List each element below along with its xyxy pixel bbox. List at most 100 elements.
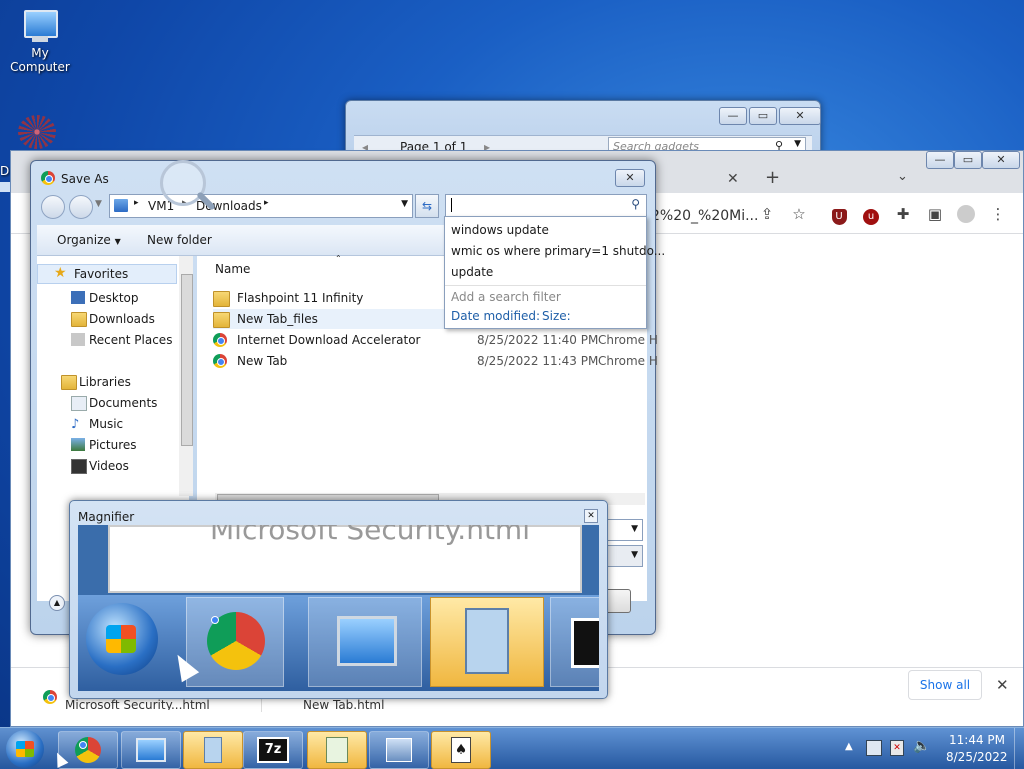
recent-chevron-icon[interactable]: ▼ <box>95 199 102 209</box>
search-icon[interactable]: ⚲ <box>631 197 640 211</box>
tab-close-icon[interactable]: ✕ <box>727 171 739 187</box>
zoomed-start-button <box>86 603 158 675</box>
taskbar-calculator[interactable] <box>183 731 243 769</box>
nav-item-desktop[interactable]: Desktop <box>71 291 139 305</box>
nav-label: Videos <box>89 459 129 473</box>
chevron-down-icon: ▼ <box>114 237 121 246</box>
folder-icon <box>213 312 230 328</box>
organize-label: Organize <box>57 233 111 247</box>
clock-date[interactable]: 8/25/2022 <box>946 750 1008 764</box>
filter-date-modified[interactable]: Date modified: <box>451 309 540 323</box>
tab-search-chevron-icon[interactable]: ⌄ <box>897 169 908 184</box>
zoomed-remote-icon <box>308 597 422 687</box>
documents-icon <box>71 396 87 411</box>
file-name: Flashpoint 11 Infinity <box>237 291 364 305</box>
start-button[interactable] <box>6 730 44 768</box>
network-icon <box>18 115 56 149</box>
clock-time[interactable]: 11:44 PM <box>949 733 1005 747</box>
taskbar: 7z ♠ ▲ ✕ 🔈 11:44 PM 8/25/2022 <box>0 727 1024 769</box>
nav-item-recent-places[interactable]: Recent Places <box>71 333 172 347</box>
filter-size[interactable]: Size: <box>542 309 571 323</box>
share-icon[interactable]: ⇪ <box>758 205 776 223</box>
chrome-icon <box>75 737 101 763</box>
taskbar-remote-desktop[interactable] <box>121 731 181 769</box>
nav-item-downloads[interactable]: Downloads <box>71 312 155 327</box>
libraries-label: Libraries <box>79 375 131 389</box>
organize-button[interactable]: Organize ▼ <box>57 233 121 247</box>
file-icon <box>326 737 348 763</box>
maximize-button[interactable]: ▭ <box>749 107 777 125</box>
chrome-file-icon <box>213 333 227 347</box>
nav-item-videos[interactable]: Videos <box>71 459 129 474</box>
chrome-maximize-button[interactable]: ▭ <box>954 151 982 169</box>
desktop-icon-network[interactable] <box>18 115 58 151</box>
magnifier-view: Microsoft Security.html <box>78 525 599 691</box>
add-search-filter-label: Add a search filter <box>451 290 561 304</box>
folder-icon <box>213 291 230 307</box>
chrome-minimize-button[interactable]: — <box>926 151 954 169</box>
calculator-icon <box>204 737 222 763</box>
minimize-button[interactable]: — <box>719 107 747 125</box>
taskbar-files[interactable] <box>307 731 367 769</box>
extensions-icon[interactable]: ✚ <box>894 205 912 223</box>
chevron-down-icon[interactable]: ▼ <box>794 139 801 149</box>
network-tray-icon[interactable] <box>866 740 882 756</box>
nav-item-pictures[interactable]: Pictures <box>71 438 137 452</box>
search-downloads-input[interactable]: ⚲ <box>445 194 647 218</box>
magnifier-title: Magnifier <box>78 510 135 524</box>
suggestion-item[interactable]: windows update <box>451 223 549 237</box>
address-bar[interactable]: ▸ VM1 ▸ Downloads ▸ ▼ <box>109 194 413 218</box>
partial-icon <box>0 182 10 192</box>
address-dropdown-icon[interactable]: ▼ <box>401 199 408 209</box>
back-button[interactable] <box>41 195 65 219</box>
suggestion-item[interactable]: wmic os where primary=1 shutdo... <box>451 244 665 258</box>
nav-scrollbar[interactable] <box>179 256 193 496</box>
taskbar-7zip[interactable]: 7z <box>243 731 303 769</box>
show-all-button[interactable]: Show all <box>908 670 982 700</box>
ublock-origin-icon[interactable]: u <box>862 205 880 225</box>
desktop-icon-my-computer[interactable]: My Computer <box>0 8 80 74</box>
refresh-button[interactable]: ⇆ <box>415 194 439 218</box>
zoomed-calculator-icon <box>430 597 544 687</box>
taskbar-solitaire[interactable]: ♠ <box>431 731 491 769</box>
chevron-down-icon: ▼ <box>631 524 638 534</box>
scrollbar-thumb[interactable] <box>181 274 193 446</box>
star-icon[interactable]: ☆ <box>790 205 808 223</box>
favorites-group[interactable]: ★ Favorites <box>37 264 177 284</box>
libraries-group[interactable]: Libraries <box>61 375 131 390</box>
magnifier-close-button[interactable]: ✕ <box>584 509 598 523</box>
file-row[interactable]: New Tab 8/25/2022 11:43 PM Chrome H <box>213 351 663 371</box>
column-header-name[interactable]: Name <box>215 262 250 276</box>
file-row[interactable]: Internet Download Accelerator 8/25/2022 1… <box>213 330 663 350</box>
taskbar-network[interactable] <box>369 731 429 769</box>
recent-places-icon <box>71 333 85 346</box>
nav-item-documents[interactable]: Documents <box>71 396 157 411</box>
file-name: New Tab_files <box>237 312 318 326</box>
menu-icon[interactable]: ⋮ <box>989 205 1007 223</box>
hide-folders-icon[interactable]: ▲ <box>49 595 65 611</box>
download-bar-close-icon[interactable]: ✕ <box>996 676 1009 694</box>
profile-icon[interactable] <box>957 205 975 223</box>
volume-tray-icon[interactable]: 🔈 <box>913 738 930 754</box>
show-desktop-button[interactable] <box>1014 728 1024 769</box>
file-type: Chrome H <box>598 333 658 347</box>
nav-item-music[interactable]: ♪ Music <box>71 417 123 432</box>
new-tab-icon[interactable]: + <box>765 167 780 188</box>
ublock-icon[interactable]: U <box>830 205 848 225</box>
forward-button[interactable] <box>69 195 93 219</box>
chrome-close-button[interactable]: ✕ <box>982 151 1020 169</box>
suggestion-item[interactable]: update <box>451 265 493 279</box>
flag-tray-icon[interactable]: ✕ <box>890 740 904 756</box>
save-type-dropdown[interactable]: ▼ <box>607 519 643 541</box>
breadcrumb-separator-icon: ▸ <box>134 198 139 208</box>
dialog-close-button[interactable]: ✕ <box>615 169 645 187</box>
desktop-icon-label: My Computer <box>10 46 70 74</box>
url-fragment[interactable]: 2%20_%20Mi... <box>651 208 758 224</box>
chrome-file-icon <box>43 690 57 704</box>
show-hidden-icons[interactable]: ▲ <box>845 741 853 752</box>
save-type-dropdown[interactable]: ▼ <box>607 545 643 567</box>
zoomed-chrome-icon <box>186 597 284 687</box>
close-button[interactable]: ✕ <box>779 107 821 125</box>
new-folder-button[interactable]: New folder <box>147 233 212 247</box>
sidepanel-icon[interactable]: ▣ <box>926 205 944 223</box>
